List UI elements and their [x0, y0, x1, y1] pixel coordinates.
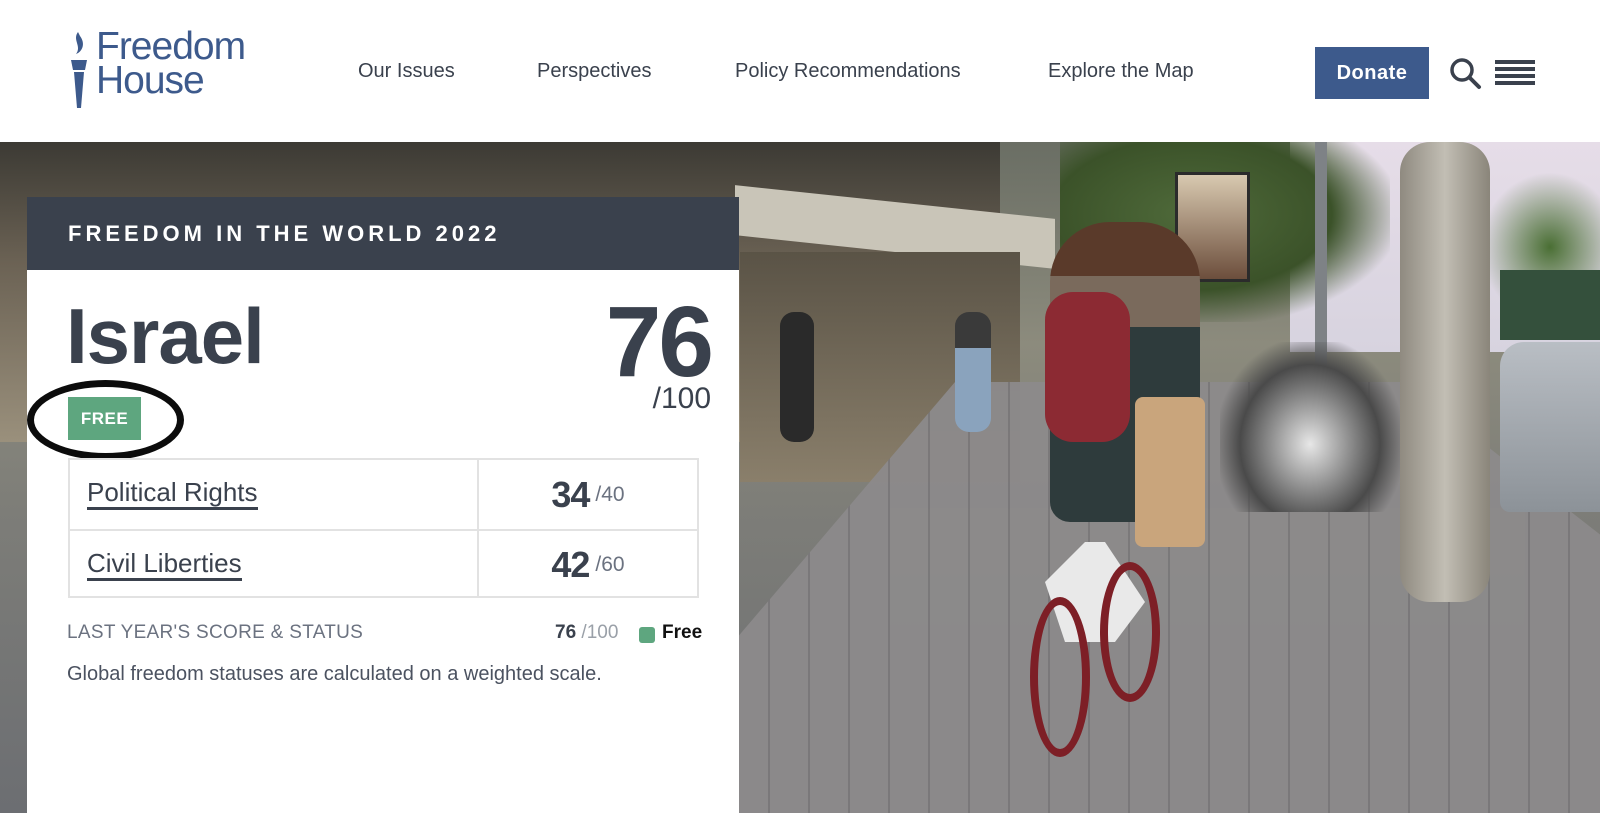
torch-icon [71, 32, 87, 108]
score-max: /40 [595, 482, 625, 506]
civil-liberties-link[interactable]: Civil Liberties [87, 549, 242, 581]
photo-bike-front-wheel [1100, 562, 1160, 702]
photo-red-backpack [1045, 292, 1130, 442]
freedom-house-logo[interactable]: Freedom House [66, 27, 246, 110]
site-header: Freedom House Our Issues Perspectives Po… [0, 0, 1600, 142]
last-year-score-value: 76 [555, 622, 577, 643]
total-score: 76 [605, 286, 714, 398]
photo-bus [1500, 270, 1600, 340]
country-name: Israel [66, 292, 265, 380]
photo-tote-bag [1135, 397, 1205, 547]
report-title: FREEDOM IN THE WORLD 2022 [68, 221, 501, 246]
donate-button[interactable]: Donate [1315, 47, 1429, 99]
civil-liberties-score: 42 /60 [479, 531, 697, 598]
table-row-civil-liberties: Civil Liberties 42 /60 [70, 529, 697, 598]
nav-explore-the-map[interactable]: Explore the Map [1048, 60, 1194, 83]
political-rights-score: 34 /40 [479, 460, 697, 529]
last-year-label: LAST YEAR'S SCORE & STATUS [67, 622, 364, 643]
nav-policy-recommendations[interactable]: Policy Recommendations [735, 60, 961, 83]
last-year-score: 76 /100 [555, 622, 618, 644]
total-score-max: /100 [652, 382, 711, 415]
annotation-circle-highlight [27, 380, 184, 460]
weighted-scale-note: Global freedom statuses are calculated o… [67, 663, 602, 685]
photo-tree-trunk [1400, 142, 1490, 602]
photo-bike-rear-wheel [1030, 597, 1090, 757]
hamburger-menu-icon[interactable] [1495, 60, 1535, 86]
photo-parked-scooters [1220, 342, 1400, 512]
nav-perspectives[interactable]: Perspectives [537, 60, 652, 83]
photo-pedestrian [955, 312, 991, 432]
score-value: 42 [551, 543, 590, 585]
score-max: /60 [595, 552, 625, 576]
last-year-status: Free [662, 622, 703, 643]
logo-line-2: House [96, 59, 205, 102]
score-value: 34 [551, 473, 590, 515]
photo-pedestrian-left [780, 312, 814, 442]
country-score-card: FREEDOM IN THE WORLD 2022 Israel 76 /100… [27, 197, 739, 813]
logo-wordmark: Freedom House [96, 27, 246, 102]
last-year-score-max: /100 [581, 622, 619, 643]
nav-our-issues[interactable]: Our Issues [358, 60, 455, 83]
scores-table: Political Rights 34 /40 Civil Liberties … [68, 458, 699, 598]
search-icon[interactable] [1448, 56, 1482, 90]
political-rights-link[interactable]: Political Rights [87, 478, 258, 510]
photo-parked-car [1500, 342, 1600, 512]
report-banner: FREEDOM IN THE WORLD 2022 [27, 197, 739, 270]
status-dot-icon [639, 627, 655, 643]
table-row-political-rights: Political Rights 34 /40 [70, 460, 697, 529]
